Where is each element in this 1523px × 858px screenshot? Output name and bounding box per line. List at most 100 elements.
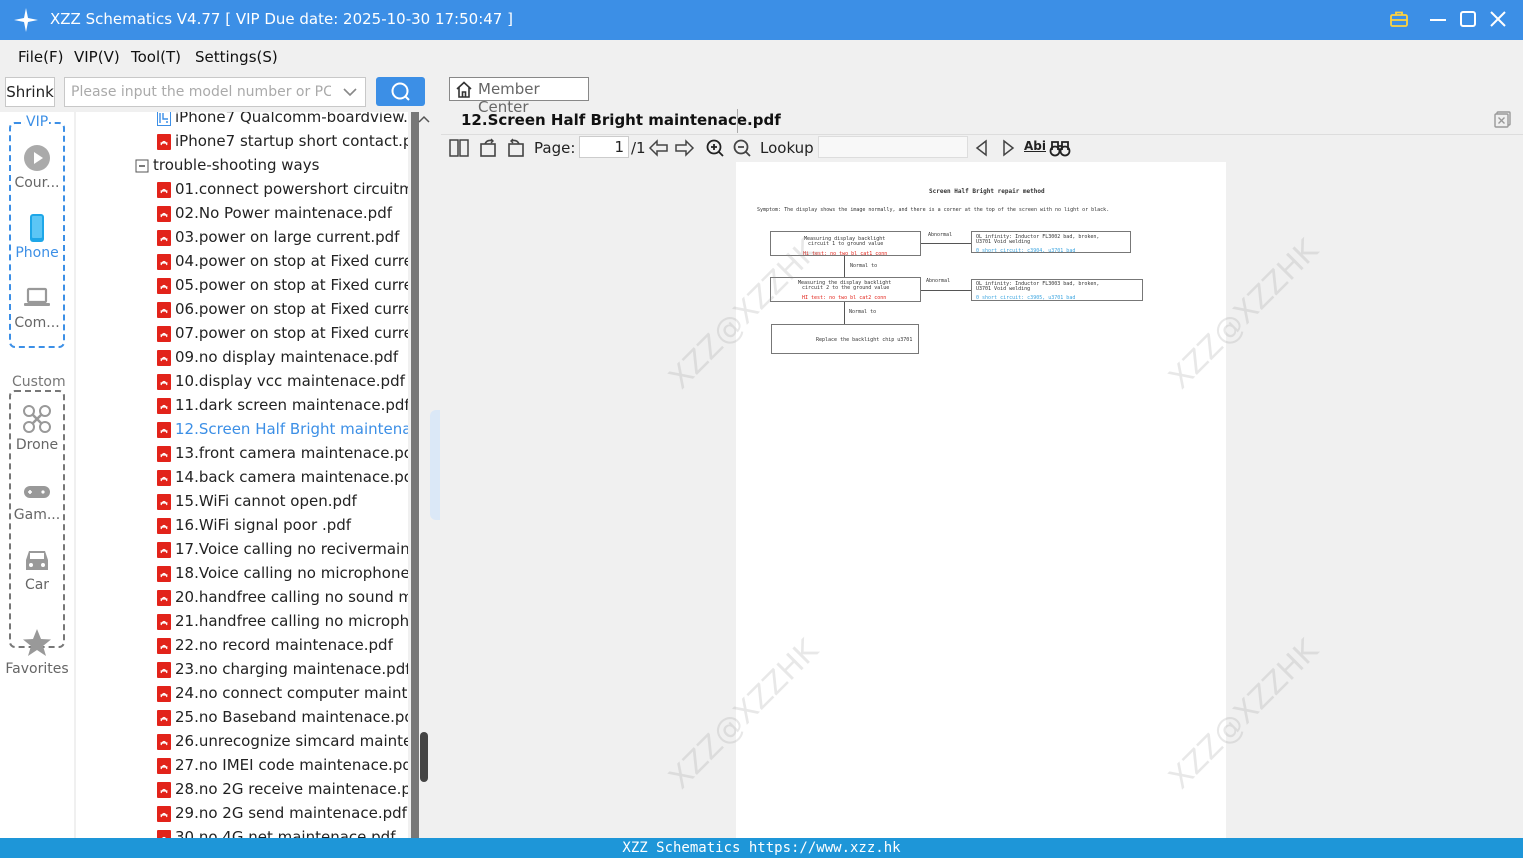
match-case-icon[interactable]: Abi <box>1024 139 1046 153</box>
tree-item-file[interactable]: 20.handfree calling no sound maintenace.… <box>76 586 408 610</box>
tree-item-file[interactable]: 17.Voice calling no recivermaintenace.pd… <box>76 538 408 562</box>
pdf-file-icon <box>157 590 171 606</box>
phone-icon <box>30 214 44 242</box>
find-next-icon[interactable] <box>997 138 1019 158</box>
rotate-right-icon[interactable] <box>504 138 526 158</box>
search-button[interactable] <box>376 77 425 106</box>
pdf-file-icon <box>157 206 171 222</box>
pdf-viewer[interactable]: Screen Half Bright repair method Symptom… <box>441 162 1523 838</box>
pdf-result1-line2: U3701 Void welding <box>976 239 1031 245</box>
tree-item-file[interactable]: 30.no 4G net maintenace.pdf <box>76 826 408 838</box>
tree-item-file[interactable]: 29.no 2G send maintenace.pdf <box>76 802 408 826</box>
menu-settings[interactable]: Settings(S) <box>195 48 278 66</box>
pdf-result2-line2: U3701 Void welding <box>976 286 1031 292</box>
model-search-input[interactable] <box>71 81 331 103</box>
tree-item-folder[interactable]: trouble-shooting ways <box>76 154 408 178</box>
window-title: XZZ Schematics V4.77 [ VIP Due date: 202… <box>50 10 513 28</box>
tree-scrollbar-thumb[interactable] <box>420 732 428 782</box>
briefcase-icon[interactable] <box>1388 8 1410 30</box>
tree-item-file[interactable]: iPhone7 Qualcomm-boardview.pcb <box>76 112 408 130</box>
tree-item-label: iPhone7 Qualcomm-boardview.pcb <box>175 112 408 126</box>
menu-file[interactable]: File(F) <box>18 48 63 66</box>
close-icon[interactable] <box>1487 8 1509 30</box>
lookup-input[interactable] <box>818 136 968 158</box>
tree-item-file[interactable]: 02.No Power maintenace.pdf <box>76 202 408 226</box>
tree-item-file[interactable]: 06.power on stop at Fixed current 6 <box>76 298 408 322</box>
member-center-button[interactable]: Member Center <box>449 77 589 116</box>
vip-group-label: VIP <box>25 114 50 130</box>
tree-item-file[interactable]: 09.no display maintenace.pdf <box>76 346 408 370</box>
tree-item-file[interactable]: 13.front camera maintenace.pdf <box>76 442 408 466</box>
tree-item-file[interactable]: 14.back camera maintenace.pdf <box>76 466 408 490</box>
zoom-out-icon[interactable] <box>731 138 753 158</box>
category-computer[interactable]: Com... <box>0 284 74 331</box>
tree-item-label: 11.dark screen maintenace.pdf <box>175 396 408 414</box>
search-icon <box>391 82 410 101</box>
category-drone[interactable]: Drone <box>0 404 74 453</box>
tree-item-file[interactable]: 07.power on stop at Fixed current 8 <box>76 322 408 346</box>
drone-icon <box>23 405 51 433</box>
laptop-icon <box>24 287 50 306</box>
pcb-file-icon <box>157 112 171 126</box>
close-tab-icon[interactable] <box>1494 110 1512 128</box>
pdf-arrow-2 <box>844 256 845 277</box>
zoom-in-icon[interactable] <box>704 138 726 158</box>
pdf-file-icon <box>157 470 171 486</box>
tree-item-file[interactable]: 16.WiFi signal poor .pdf <box>76 514 408 538</box>
tree-item-label: iPhone7 startup short contact.pdf <box>175 132 408 150</box>
tree-item-label: 27.no IMEI code maintenace.pdf <box>175 756 408 774</box>
tree-item-file[interactable]: 18.Voice calling no microphone maintenac… <box>76 562 408 586</box>
pdf-symptom: Symptom: The display shows the image nor… <box>757 207 1110 213</box>
shrink-button[interactable]: Shrink <box>5 77 55 107</box>
menu-vip[interactable]: VIP(V) <box>74 48 120 66</box>
next-page-icon[interactable] <box>673 138 695 158</box>
pdf-file-icon <box>157 302 171 318</box>
tree-item-label: 10.display vcc maintenace.pdf <box>175 372 405 390</box>
chevron-down-icon[interactable] <box>343 86 357 98</box>
scroll-up-icon[interactable] <box>418 114 430 124</box>
category-phone[interactable]: Phone <box>0 214 74 261</box>
tree-item-file[interactable]: 01.connect powershort circuitmaintenace.… <box>76 178 408 202</box>
tree-item-file[interactable]: 25.no Baseband maintenace.pdf <box>76 706 408 730</box>
tree-item-label: 01.connect powershort circuitmaintenace.… <box>175 180 408 198</box>
minimize-icon[interactable] <box>1427 8 1449 30</box>
tree-item-file[interactable]: 23.no charging maintenace.pdf <box>76 658 408 682</box>
tree-item-label: 17.Voice calling no recivermaintenace.pd… <box>175 540 408 558</box>
tree-scrollbar[interactable] <box>408 112 432 838</box>
tree-item-file[interactable]: 04.power on stop at Fixed current 2 <box>76 250 408 274</box>
tree-item-file[interactable]: 11.dark screen maintenace.pdf <box>76 394 408 418</box>
home-icon <box>456 81 472 98</box>
pdf-result1-blue: 0 short circuit: c3904, u3701 bad <box>976 248 1076 254</box>
tree-item-file[interactable]: 24.no connect computer maintenace.pdf <box>76 682 408 706</box>
panel-collapse-handle[interactable] <box>430 410 440 520</box>
menu-tool[interactable]: Tool(T) <box>131 48 181 66</box>
tree-item-file[interactable]: iPhone7 startup short contact.pdf <box>76 130 408 154</box>
tree-item-file[interactable]: 21.handfree calling no microphone mainte… <box>76 610 408 634</box>
tree-item-file[interactable]: 03.power on large current.pdf <box>76 226 408 250</box>
page-number-input[interactable]: 1 <box>579 136 629 158</box>
tree-item-file[interactable]: 05.power on stop at Fixed current 4 <box>76 274 408 298</box>
tab-current-document[interactable]: 12.Screen Half Bright maintenace.pdf <box>461 111 781 129</box>
maximize-icon[interactable] <box>1457 8 1479 30</box>
category-game[interactable]: Gam... <box>0 480 74 523</box>
tree-item-file[interactable]: 10.display vcc maintenace.pdf <box>76 370 408 394</box>
model-search-combo[interactable] <box>64 77 366 107</box>
two-page-view-icon[interactable] <box>448 138 470 158</box>
tree-item-label: 29.no 2G send maintenace.pdf <box>175 804 407 822</box>
find-previous-icon[interactable] <box>971 138 993 158</box>
tree-item-file[interactable]: 22.no record maintenace.pdf <box>76 634 408 658</box>
category-car[interactable]: Car <box>0 546 74 593</box>
tree-item-file[interactable]: 28.no 2G receive maintenace.pdf <box>76 778 408 802</box>
tree-item-label: 21.handfree calling no microphone mainte… <box>175 612 408 630</box>
tree-item-file[interactable]: 15.WiFi cannot open.pdf <box>76 490 408 514</box>
tree-item-file[interactable]: 12.Screen Half Bright maintenace.pdf <box>76 418 408 442</box>
pdf-file-icon <box>157 806 171 822</box>
binoculars-icon[interactable] <box>1049 138 1071 158</box>
tree-item-file[interactable]: 26.unrecognize simcard maintenace.pdf <box>76 730 408 754</box>
category-course[interactable]: Cour... <box>0 144 74 191</box>
pdf-file-icon <box>157 686 171 702</box>
rotate-left-icon[interactable] <box>478 138 500 158</box>
tree-item-file[interactable]: 27.no IMEI code maintenace.pdf <box>76 754 408 778</box>
category-favorites[interactable]: Favorites <box>0 628 74 677</box>
previous-page-icon[interactable] <box>648 138 670 158</box>
